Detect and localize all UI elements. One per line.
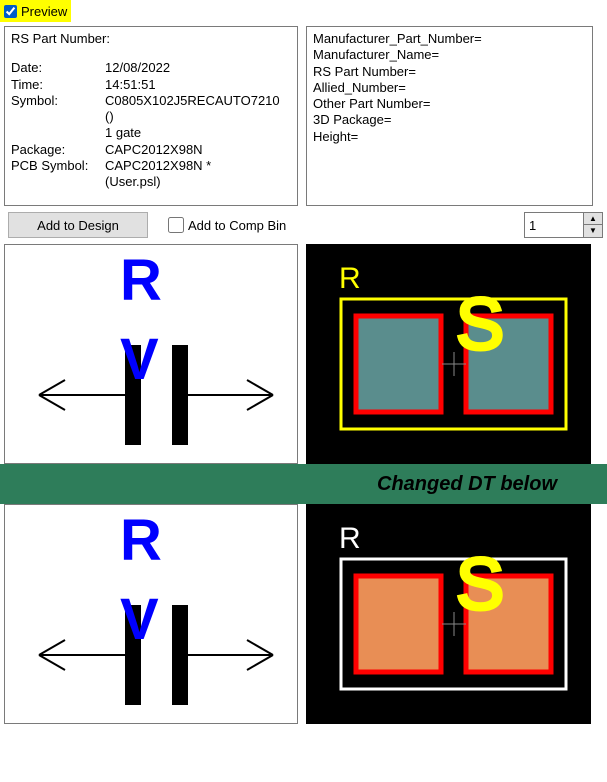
symbol-value-2: () xyxy=(105,109,291,125)
attr-line-6: 3D Package= xyxy=(313,112,586,128)
preview-checkbox-label: Preview xyxy=(21,4,67,19)
attr-line-1: Manufacturer_Part_Number= xyxy=(313,31,586,47)
attributes-panel: Manufacturer_Part_Number= Manufacturer_N… xyxy=(306,26,593,206)
add-to-comp-bin-label: Add to Comp Bin xyxy=(188,218,286,233)
svg-text:R: R xyxy=(120,508,162,573)
fp-bot-pad-1 xyxy=(356,576,441,672)
separator-band: Changed DT below xyxy=(0,464,607,504)
symbol-value: C0805X102J5RECAUTO7210 xyxy=(105,93,291,109)
fp-top-sil-text: S xyxy=(456,285,504,365)
time-label: Time: xyxy=(11,77,97,93)
pcb-symbol-value: CAPC2012X98N * xyxy=(105,158,291,174)
symbol-preview: R V xyxy=(4,244,298,464)
symbol-preview-2: R V xyxy=(4,504,298,724)
symbol-val-text: V xyxy=(120,327,159,392)
quantity-step-up[interactable]: ▲ xyxy=(584,213,602,225)
date-value: 12/08/2022 xyxy=(105,60,291,76)
attr-line-2: Manufacturer_Name= xyxy=(313,47,586,63)
add-to-comp-bin-input[interactable] xyxy=(168,217,184,233)
fp-bot-sil-text: S xyxy=(456,545,504,625)
attr-line-3: RS Part Number= xyxy=(313,64,586,80)
symbol-label: Symbol: xyxy=(11,93,97,109)
part-info-panel: RS Part Number: Date: 12/08/2022 Time: 1… xyxy=(4,26,298,206)
footprint-preview-bottom: R S xyxy=(306,504,591,724)
package-label: Package: xyxy=(11,142,97,158)
date-label: Date: xyxy=(11,60,97,76)
rs-part-number-label: RS Part Number: xyxy=(11,31,291,47)
fp-top-pad-1 xyxy=(356,316,441,412)
add-to-design-button[interactable]: Add to Design xyxy=(8,212,148,238)
quantity-step-down[interactable]: ▼ xyxy=(584,225,602,237)
footprint-preview-top: R S xyxy=(306,244,591,464)
preview-checkbox[interactable]: Preview xyxy=(0,0,71,22)
svg-text:V: V xyxy=(120,587,159,652)
package-value: CAPC2012X98N xyxy=(105,142,291,158)
attr-line-5: Other Part Number= xyxy=(313,96,586,112)
attr-line-4: Allied_Number= xyxy=(313,80,586,96)
time-value: 14:51:51 xyxy=(105,77,291,93)
fp-bot-ref-text: R xyxy=(339,522,361,555)
attr-line-7: Height= xyxy=(313,129,586,145)
symbol-value-3: 1 gate xyxy=(105,125,291,141)
add-to-comp-bin-checkbox[interactable]: Add to Comp Bin xyxy=(168,217,286,233)
pcb-symbol-value-2: (User.psl) xyxy=(105,174,291,190)
quantity-stepper[interactable]: ▲ ▼ xyxy=(524,212,603,238)
separator-text: Changed DT below xyxy=(377,473,557,496)
quantity-input[interactable] xyxy=(525,213,583,237)
pcb-symbol-label: PCB Symbol: xyxy=(11,158,97,174)
symbol-ref-text: R xyxy=(120,248,162,313)
preview-checkbox-input[interactable] xyxy=(4,5,17,18)
fp-top-ref-text: R xyxy=(339,262,361,295)
